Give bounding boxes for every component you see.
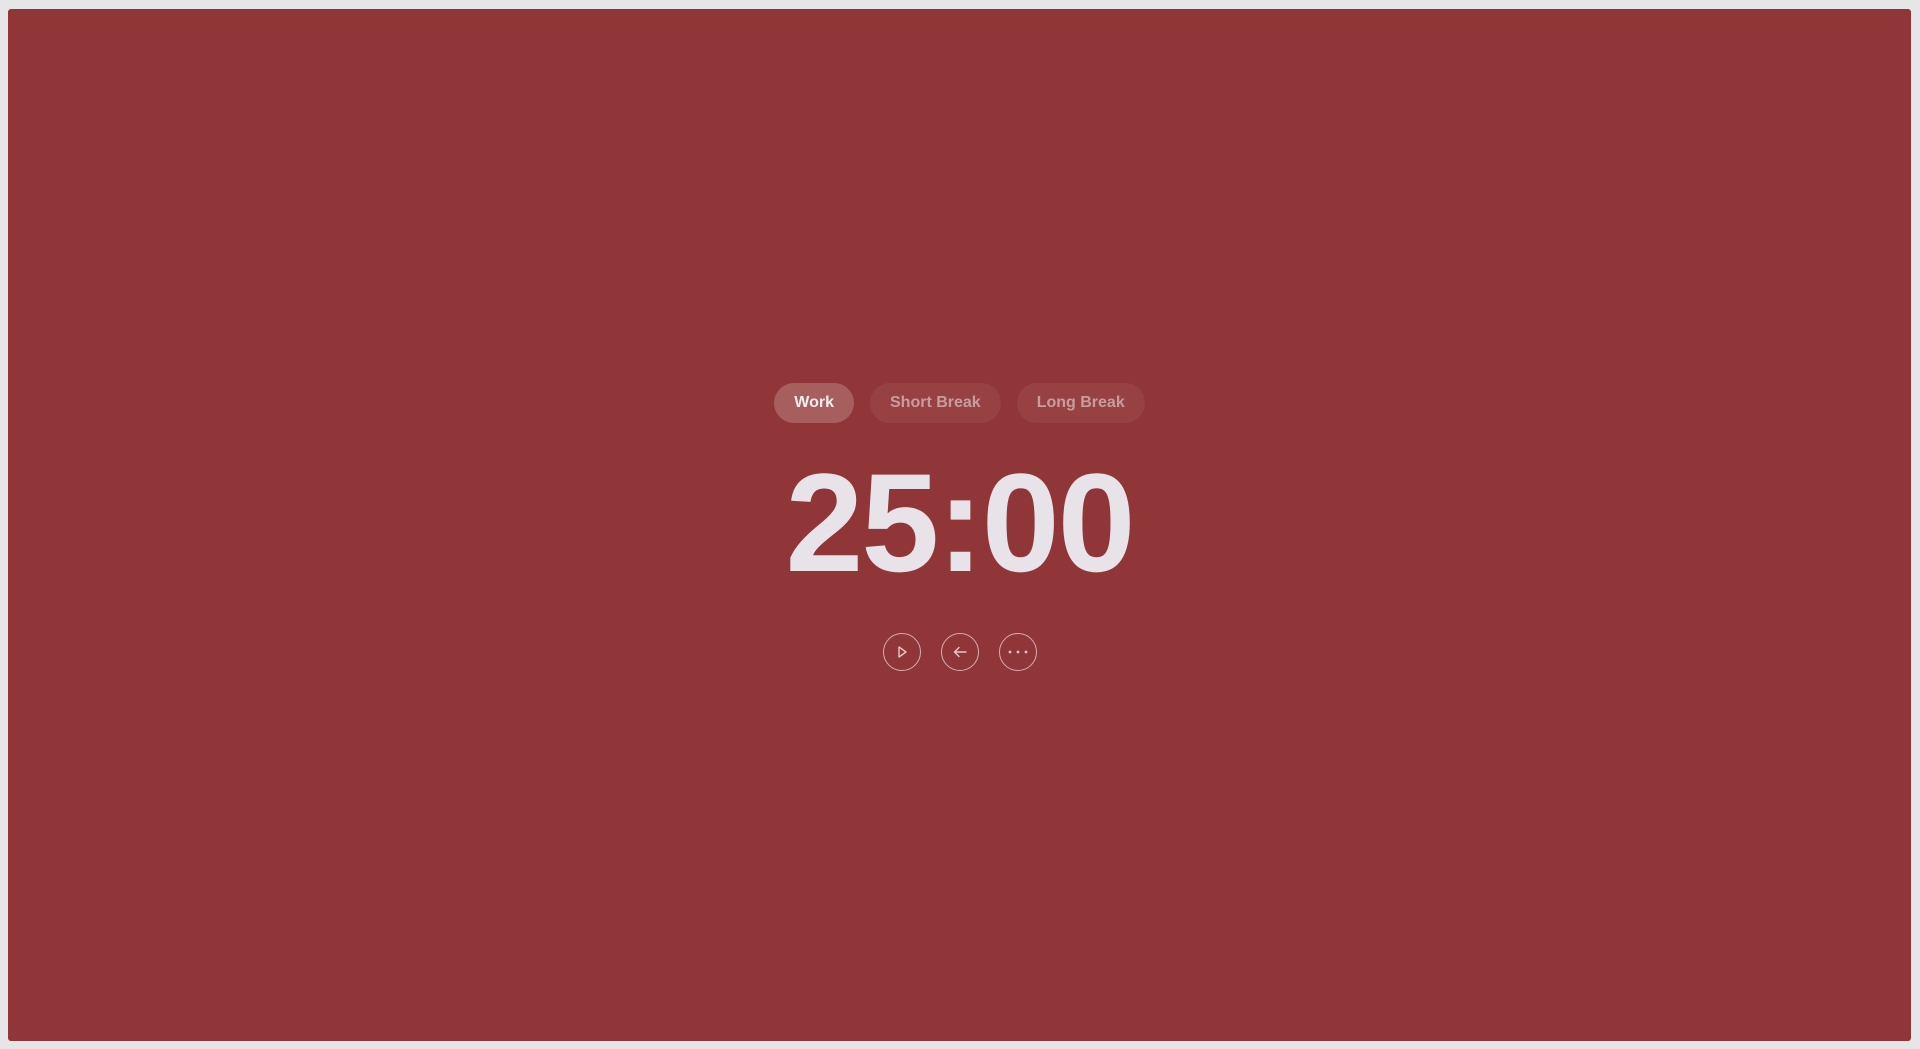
timer-controls bbox=[882, 633, 1037, 671]
play-icon bbox=[897, 646, 907, 658]
mode-tabs: Work Short Break Long Break bbox=[774, 383, 1145, 423]
more-icon bbox=[1008, 650, 1027, 654]
timer-display: 25:00 bbox=[785, 444, 1135, 601]
app-window: Work Short Break Long Break 25:00 bbox=[8, 9, 1911, 1041]
arrow-left-icon bbox=[953, 646, 967, 658]
more-button[interactable] bbox=[998, 633, 1037, 671]
tab-short-break[interactable]: Short Break bbox=[870, 383, 1001, 423]
tab-work[interactable]: Work bbox=[774, 383, 854, 423]
tab-long-break[interactable]: Long Break bbox=[1016, 383, 1145, 423]
timer-panel: Work Short Break Long Break 25:00 bbox=[8, 383, 1911, 671]
play-button[interactable] bbox=[882, 633, 921, 671]
back-button[interactable] bbox=[940, 633, 979, 671]
